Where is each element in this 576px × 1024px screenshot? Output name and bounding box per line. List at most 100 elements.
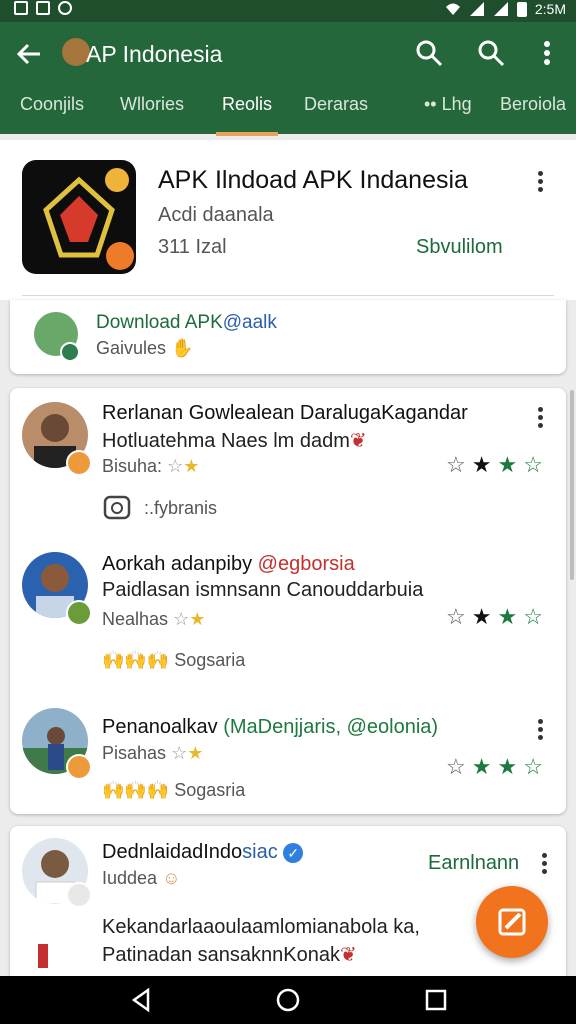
- review-1-meta: Bisuha: ☆★: [102, 456, 199, 477]
- search-icon[interactable]: [476, 38, 506, 68]
- app-icon[interactable]: [22, 160, 136, 274]
- review-3-more-icon[interactable]: [530, 716, 550, 742]
- star-outline-icon: ☆: [167, 456, 184, 476]
- star-outline-icon: ☆: [173, 609, 190, 629]
- review-2-name: Aorkah adanpiby @egborsia: [102, 553, 355, 576]
- back-arrow-icon[interactable]: [14, 39, 44, 69]
- review-4-text-2-body: Patinadan sansaknnKonak: [102, 944, 340, 966]
- star-outline-icon: ☆: [523, 452, 543, 477]
- tab-beroiola[interactable]: Beroiola: [494, 88, 572, 134]
- header-more-icon[interactable]: [530, 168, 550, 194]
- reviewer-badge: [66, 882, 92, 908]
- review-4-name-suffix: siac: [242, 841, 278, 863]
- review-3-meta: Pisahas ☆★: [102, 743, 203, 764]
- star-outline-icon: ☆: [523, 754, 543, 779]
- verified-icon: [60, 342, 80, 362]
- review-3-footer: 🙌🙌🙌 Sogasria: [102, 780, 245, 801]
- app-title-main: APK Ilndoad APK Indanesia: [158, 166, 468, 194]
- nav-back-icon[interactable]: [128, 986, 156, 1014]
- pin-icon: [38, 944, 48, 968]
- review-2-handle[interactable]: @egborsia: [258, 553, 355, 575]
- scrollbar[interactable]: [570, 390, 574, 580]
- search-icon[interactable]: [414, 38, 444, 68]
- review-1-more-icon[interactable]: [530, 404, 550, 430]
- review-2-meta: Nealhas ☆★: [102, 609, 205, 630]
- notification-icon: [14, 1, 28, 15]
- star-filled-icon: ★: [187, 743, 204, 763]
- star-filled-icon: ★: [497, 754, 518, 779]
- tab-deraras[interactable]: Deraras: [298, 88, 374, 134]
- header-divider: [22, 295, 554, 296]
- download-title-text: Download APK: [96, 312, 223, 333]
- download-card[interactable]: [10, 300, 566, 374]
- review-2-meta-text: Nealhas: [102, 609, 169, 629]
- review-1-meta-text: Bisuha:: [102, 456, 163, 476]
- review-4-name: DednlaidadIndosiac ✓: [102, 841, 304, 864]
- review-4-name-text: DednlaidadIndo: [102, 841, 243, 863]
- app-header-link[interactable]: Sbvulilom: [416, 236, 503, 259]
- download-title[interactable]: Download APK@aalk: [96, 312, 277, 334]
- review-2-stars: ☆ ★ ★ ☆: [446, 606, 543, 628]
- rose-icon: ❦: [349, 430, 367, 452]
- star-outline-icon: ☆: [446, 604, 466, 629]
- star-filled-icon: ★: [471, 754, 492, 779]
- camera-icon[interactable]: [102, 492, 132, 522]
- star-filled-icon: ★: [189, 609, 206, 629]
- emoji-group-icon: 🙌🙌🙌: [102, 650, 170, 670]
- wifi-icon: [445, 3, 460, 15]
- review-2-text: Paidlasan ismnsann Canouddarbuia: [102, 579, 424, 601]
- more-vert-icon[interactable]: [532, 38, 562, 68]
- review-4-link[interactable]: Earnlnann: [428, 852, 519, 875]
- review-3-stars: ☆ ★ ★ ☆: [446, 756, 543, 778]
- review-1-text-body: Hotluatehma Naes lm dadm: [102, 430, 350, 452]
- review-3-name-paren: (: [223, 716, 230, 738]
- review-1-footer: :.fybranis: [144, 498, 218, 518]
- review-2-footer: 🙌🙌🙌 Sogsaria: [102, 650, 245, 671]
- reviewer-badge: [66, 754, 92, 780]
- battery-icon: [516, 1, 527, 17]
- star-filled-icon: ★: [497, 452, 518, 477]
- tab-coonjils[interactable]: Coonjils: [14, 88, 90, 134]
- app-title: AP Indonesia: [86, 41, 223, 67]
- tab-wllories[interactable]: Wllories: [114, 88, 190, 134]
- review-1-text: Hotluatehma Naes lm dadm❦: [102, 428, 367, 453]
- review-3-name-text: Penanoalkav: [102, 716, 218, 738]
- fab-edit-icon: [498, 908, 526, 936]
- review-4-meta: Iuddea ☺: [102, 868, 180, 889]
- review-4-meta-text: Iuddea: [102, 868, 158, 888]
- tab-lhg[interactable]: •• Lhg: [418, 88, 478, 134]
- review-1-name: Rerlanan Gowlealean DaralugaKagandar: [102, 402, 468, 424]
- review-1-stars: ☆ ★ ★ ☆: [446, 454, 543, 476]
- status-bar: 2:5M: [0, 0, 576, 22]
- star-filled-icon: ★: [183, 456, 200, 476]
- download-sub: Gaivules ✋: [96, 338, 193, 359]
- system-nav-bar: [0, 976, 576, 1024]
- nav-recents-icon[interactable]: [422, 986, 450, 1014]
- app-size: 311 Izal: [158, 236, 227, 258]
- tab-bar: Coonjils Wllories Reolis Deraras •• Lhg …: [0, 88, 576, 136]
- sync-icon: [58, 1, 72, 15]
- status-time: 2:5M: [534, 1, 566, 17]
- emoji-group-icon: 🙌🙌🙌: [102, 780, 170, 800]
- verified-icon: ✓: [283, 842, 304, 863]
- download-sub-text: Gaivules: [96, 338, 167, 358]
- person-emoji-icon: ☺: [162, 868, 181, 888]
- review-3-handle[interactable]: MaDenjjaris, @eolonia): [230, 716, 438, 738]
- review-3-meta-text: Pisahas: [102, 743, 167, 763]
- tab-reolis[interactable]: Reolis: [216, 88, 279, 136]
- app-developer: Acdi daanala: [158, 204, 274, 226]
- hand-icon: ✋: [171, 338, 194, 358]
- review-2-footer-text: Sogsaria: [174, 650, 246, 670]
- review-4-more-icon[interactable]: [534, 850, 554, 876]
- rose-icon: ❦: [339, 944, 357, 966]
- star-outline-icon: ☆: [171, 743, 188, 763]
- fab-edit-button[interactable]: [476, 886, 548, 958]
- nav-home-icon[interactable]: [274, 986, 302, 1014]
- review-3-footer-text: Sogasria: [174, 780, 246, 800]
- review-3-name: Penanoalkav (MaDenjjaris, @eolonia): [102, 716, 438, 739]
- check-icon: [36, 1, 50, 15]
- reviewer-badge: [66, 600, 92, 626]
- star-filled-icon: ★: [471, 452, 492, 477]
- signal-icon: [469, 2, 484, 16]
- review-4-text-1: Kekandarlaaoulaamlomianabola ka,: [102, 916, 420, 938]
